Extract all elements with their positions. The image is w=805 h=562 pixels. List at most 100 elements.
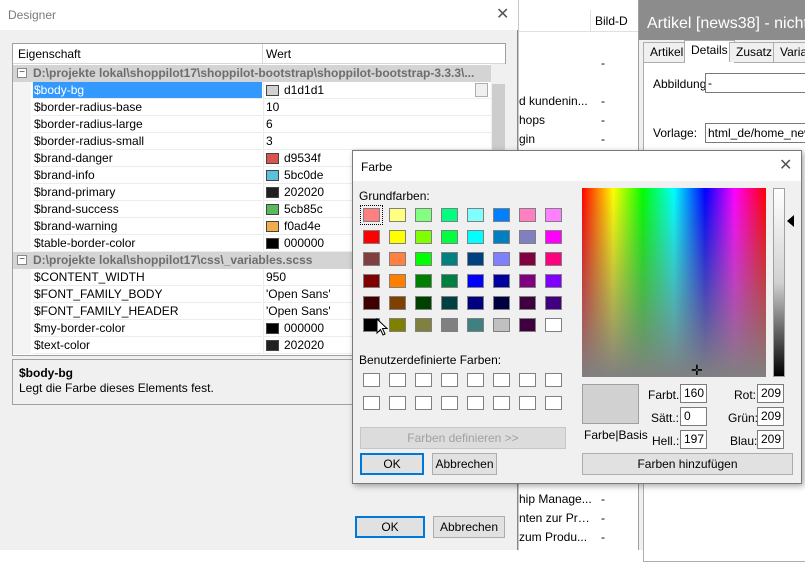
basic-color-swatch[interactable] — [493, 252, 510, 266]
hue-input[interactable]: 160 — [680, 384, 707, 403]
basic-color-swatch[interactable] — [415, 318, 432, 332]
basic-color-swatch[interactable] — [519, 296, 536, 310]
custom-color-swatch[interactable] — [441, 396, 458, 410]
basic-color-swatch[interactable] — [467, 296, 484, 310]
add-to-custom-colors-button[interactable]: Farben hinzufügen — [582, 453, 793, 475]
custom-color-swatch[interactable] — [493, 373, 510, 387]
edit-color-button[interactable] — [475, 83, 488, 97]
basic-color-swatch[interactable] — [467, 252, 484, 266]
basic-color-swatch[interactable] — [415, 230, 432, 244]
abbildung-field[interactable]: - — [705, 73, 805, 93]
basic-color-swatch[interactable] — [441, 252, 458, 266]
custom-color-swatch[interactable] — [545, 373, 562, 387]
custom-color-swatch[interactable] — [545, 396, 562, 410]
basic-color-swatch[interactable] — [363, 230, 380, 244]
basic-color-swatch[interactable] — [389, 274, 406, 288]
basic-color-swatch[interactable] — [389, 318, 406, 332]
basic-color-swatch[interactable] — [363, 252, 380, 266]
blue-input[interactable]: 209 — [757, 430, 784, 449]
list-item[interactable]: hops - — [519, 111, 639, 129]
color-ok-button[interactable]: OK — [360, 453, 424, 475]
basic-color-swatch[interactable] — [389, 252, 406, 266]
basic-color-swatch[interactable] — [545, 296, 562, 310]
basic-color-swatch[interactable] — [467, 208, 484, 222]
lum-input[interactable]: 197 — [680, 430, 707, 449]
basic-color-swatch[interactable] — [545, 230, 562, 244]
list-item[interactable]: nten zur Pro... - — [519, 509, 639, 527]
basic-color-swatch[interactable] — [545, 318, 562, 332]
basic-color-swatch[interactable] — [389, 296, 406, 310]
property-value-cell[interactable]: 6 — [263, 116, 491, 133]
basic-color-swatch[interactable] — [415, 252, 432, 266]
basic-color-swatch[interactable] — [441, 296, 458, 310]
tab-details[interactable]: Details — [684, 40, 735, 63]
property-value-cell[interactable]: 10 — [263, 99, 491, 116]
basic-color-swatch[interactable] — [467, 318, 484, 332]
basic-color-swatch[interactable] — [389, 208, 406, 222]
basic-color-swatch[interactable] — [441, 318, 458, 332]
basic-color-swatch[interactable] — [441, 274, 458, 288]
close-icon[interactable]: ✕ — [779, 158, 792, 174]
property-row[interactable]: $body-bg d1d1d1 — [13, 82, 491, 99]
basic-color-swatch[interactable] — [360, 205, 383, 225]
list-item[interactable]: hip Manage... - — [519, 490, 639, 508]
color-spectrum[interactable]: ✛ — [582, 188, 766, 377]
designer-ok-button[interactable]: OK — [355, 516, 425, 538]
color-cancel-button[interactable]: Abbrechen — [432, 453, 497, 475]
list-column-header-bild[interactable]: Bild-D — [591, 10, 639, 32]
custom-color-swatch[interactable] — [519, 373, 536, 387]
basic-color-swatch[interactable] — [493, 318, 510, 332]
property-row[interactable]: $border-radius-base 10 — [13, 99, 491, 116]
basic-color-swatch[interactable] — [467, 274, 484, 288]
green-input[interactable]: 209 — [757, 407, 784, 426]
column-header-value[interactable]: Wert — [266, 47, 291, 61]
custom-color-swatch[interactable] — [363, 396, 380, 410]
custom-color-swatch[interactable] — [363, 373, 380, 387]
basic-color-swatch[interactable] — [519, 252, 536, 266]
list-item[interactable]: - — [519, 54, 639, 72]
basic-color-swatch[interactable] — [545, 274, 562, 288]
define-colors-button[interactable]: Farben definieren >> — [360, 427, 566, 449]
basic-color-swatch[interactable] — [441, 208, 458, 222]
list-item[interactable]: gin - — [519, 130, 639, 148]
collapse-icon[interactable]: − — [17, 68, 27, 78]
luminance-arrow-icon[interactable] — [787, 215, 794, 227]
basic-color-swatch[interactable] — [519, 230, 536, 244]
property-section-header[interactable]: − D:\projekte lokal\shoppilot17\shoppilot… — [13, 65, 491, 82]
custom-color-swatch[interactable] — [467, 396, 484, 410]
custom-color-swatch[interactable] — [415, 373, 432, 387]
basic-color-swatch[interactable] — [363, 274, 380, 288]
custom-color-swatch[interactable] — [441, 373, 458, 387]
sat-input[interactable]: 0 — [680, 407, 707, 426]
basic-color-swatch[interactable] — [415, 208, 432, 222]
custom-color-swatch[interactable] — [519, 396, 536, 410]
basic-color-swatch[interactable] — [363, 296, 380, 310]
list-item[interactable]: zum Produ... - — [519, 528, 639, 546]
vorlage-field[interactable]: html_de/home_news — [705, 123, 805, 143]
column-header-property[interactable]: Eigenschaft — [18, 47, 81, 61]
crosshair-icon[interactable]: ✛ — [691, 363, 703, 377]
basic-color-swatch[interactable] — [493, 274, 510, 288]
basic-color-swatch[interactable] — [467, 230, 484, 244]
custom-color-swatch[interactable] — [415, 396, 432, 410]
custom-color-swatch[interactable] — [389, 396, 406, 410]
basic-color-swatch[interactable] — [493, 296, 510, 310]
basic-color-swatch[interactable] — [519, 208, 536, 222]
red-input[interactable]: 209 — [757, 384, 784, 403]
basic-color-swatch[interactable] — [519, 274, 536, 288]
basic-color-swatch[interactable] — [519, 318, 536, 332]
basic-color-swatch[interactable] — [493, 230, 510, 244]
basic-color-swatch[interactable] — [493, 208, 510, 222]
list-column-header[interactable] — [519, 10, 591, 32]
tab-zusatz[interactable]: Zusatz — [729, 42, 780, 62]
basic-color-swatch[interactable] — [415, 296, 432, 310]
close-icon[interactable]: ✕ — [496, 7, 509, 23]
property-row[interactable]: $border-radius-large 6 — [13, 116, 491, 133]
basic-color-swatch[interactable] — [415, 274, 432, 288]
custom-color-swatch[interactable] — [389, 373, 406, 387]
luminance-slider[interactable] — [773, 188, 785, 377]
custom-color-swatch[interactable] — [493, 396, 510, 410]
basic-color-swatch[interactable] — [441, 230, 458, 244]
basic-color-swatch[interactable] — [545, 208, 562, 222]
property-value-cell[interactable]: 3 — [263, 133, 491, 150]
